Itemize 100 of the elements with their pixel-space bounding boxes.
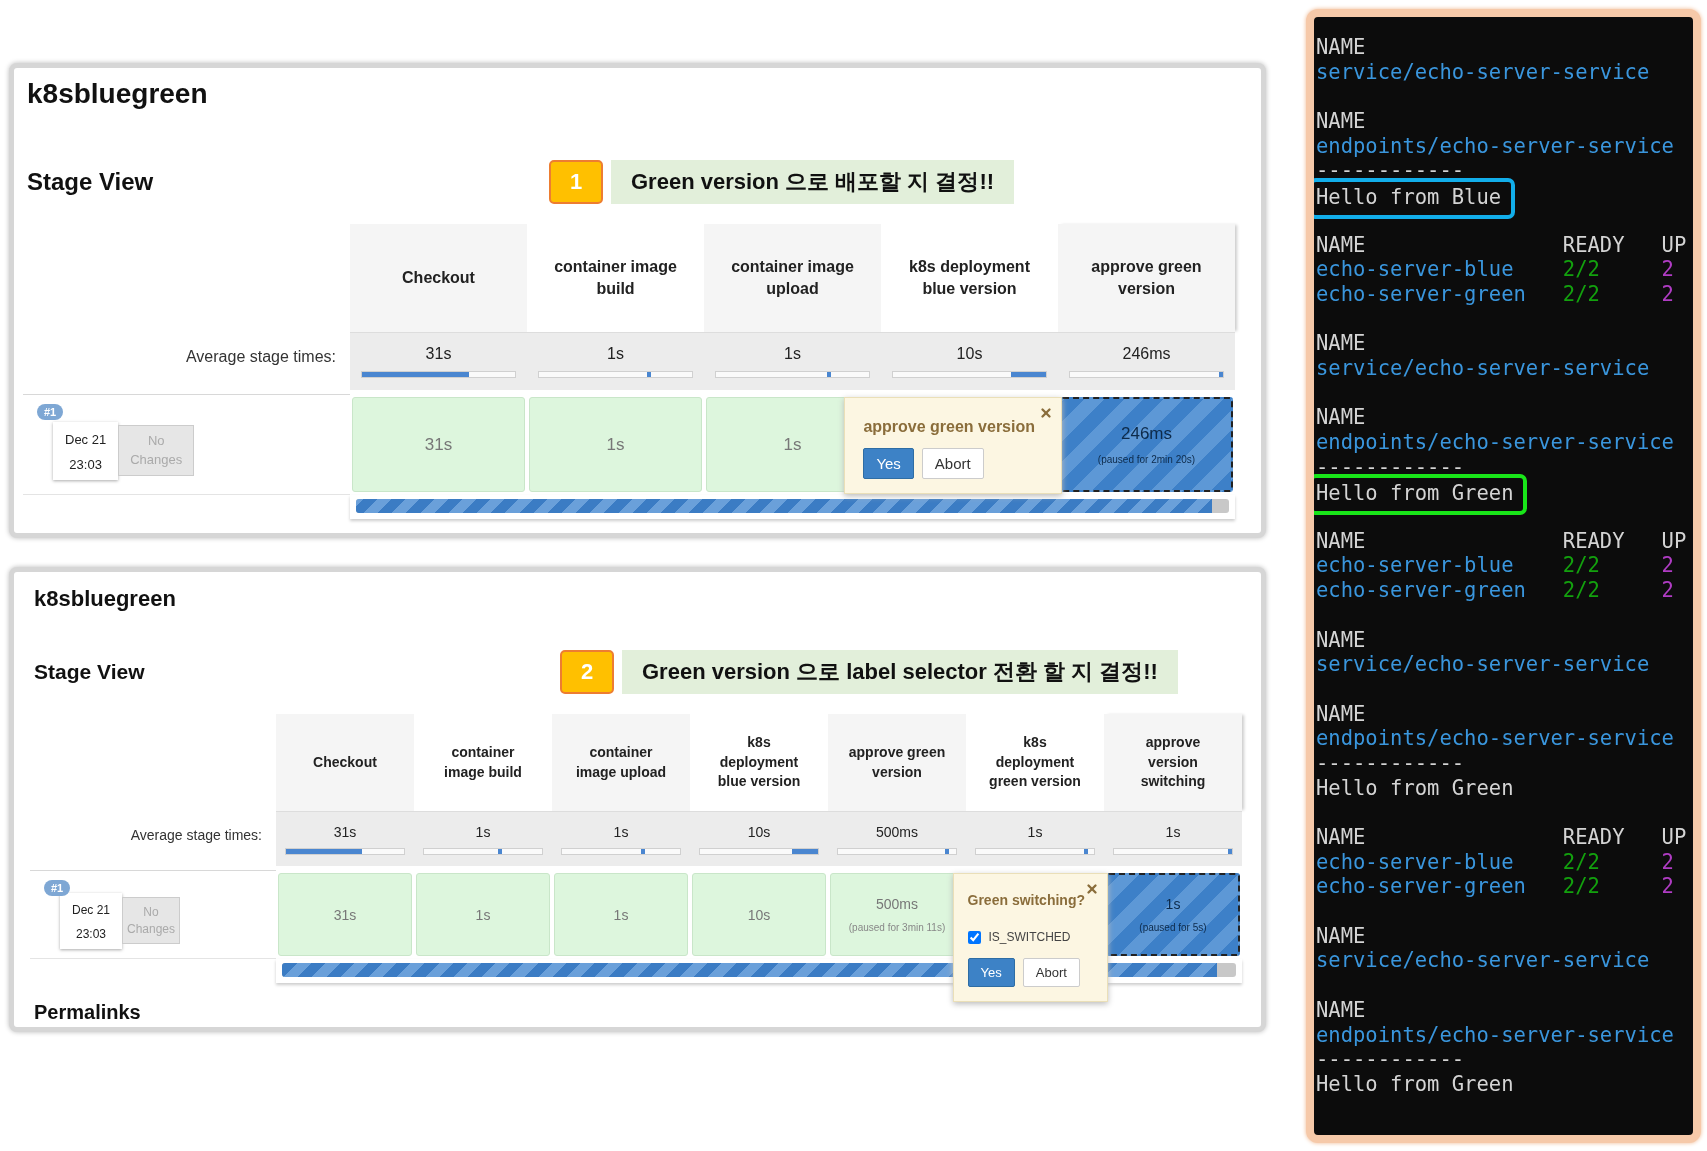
- highlighted-output: Hello from Blue: [1314, 178, 1516, 219]
- column-heading: READY: [1562, 528, 1625, 553]
- terminal-output: Hello from Green: [1316, 775, 1514, 801]
- column-heading: NAME: [1316, 405, 1366, 430]
- average-time: 500ms: [876, 823, 918, 840]
- stage-header: Checkout: [350, 224, 527, 332]
- checkbox[interactable]: [967, 930, 981, 944]
- changes-box: No Changes: [122, 896, 181, 945]
- callout-text: Green version 으로 배포할 지 결정!!: [611, 160, 1015, 204]
- average-time: 31s: [333, 823, 357, 840]
- terminal-text: 2/2: [1562, 257, 1600, 282]
- average-time: 1s: [475, 823, 491, 840]
- job-title: k8sbluegreen: [26, 78, 209, 110]
- section-title: Permalinks: [33, 1001, 142, 1025]
- average-label: Average stage times:: [186, 348, 336, 366]
- terminal-text: echo-server-green: [1316, 578, 1526, 603]
- terminal-text: echo-server-green: [1316, 281, 1526, 306]
- stage-header: approve version switching: [1104, 714, 1242, 811]
- checkbox-label: IS_SWITCHED: [988, 930, 1071, 944]
- column-heading: UP: [1661, 825, 1687, 849]
- confirm-button[interactable]: Yes: [863, 448, 914, 479]
- build-date: Dec 21: [72, 902, 111, 917]
- column-heading: READY: [1562, 232, 1625, 257]
- close-icon[interactable]: [1085, 882, 1099, 896]
- terminal-rule: ------------: [1316, 1047, 1465, 1072]
- stage-header: Checkout: [276, 714, 414, 811]
- terminal-text: 2: [1661, 257, 1674, 282]
- build-badge[interactable]: #1: [44, 880, 71, 896]
- column-heading: NAME: [1316, 825, 1366, 849]
- terminal-text: service/echo-server-service: [1316, 355, 1650, 381]
- stage-time: 1s: [475, 906, 491, 923]
- close-icon[interactable]: [1039, 406, 1053, 420]
- average-time: 1s: [784, 345, 801, 363]
- pause-note: (paused for 2min 20s): [1097, 454, 1196, 465]
- column-heading: UP: [1661, 232, 1687, 257]
- terminal-text: service/echo-server-service: [1316, 59, 1650, 85]
- average-time: 1s: [613, 823, 629, 840]
- terminal-text: echo-server-blue: [1316, 553, 1514, 578]
- column-heading: READY: [1562, 825, 1625, 849]
- highlighted-output: Hello from Green: [1314, 474, 1528, 516]
- column-heading: NAME: [1316, 997, 1366, 1022]
- column-heading: NAME: [1316, 701, 1366, 726]
- average-time: 246ms: [1122, 345, 1171, 363]
- average-time: 1s: [1027, 823, 1043, 840]
- job-title: k8sbluegreen: [33, 586, 177, 612]
- confirm-button[interactable]: Yes: [967, 958, 1015, 987]
- stage-cell[interactable]: 1s: [554, 873, 688, 956]
- terminal-text: echo-server-green: [1316, 874, 1526, 899]
- popup-title: Green switching?: [967, 892, 1086, 908]
- stage-time: 1s: [606, 434, 625, 455]
- section-title: Stage View: [33, 660, 146, 684]
- terminal-text: 2: [1661, 281, 1674, 306]
- terminal-text: 2: [1661, 553, 1674, 578]
- step-badge: 1: [549, 160, 603, 204]
- stage-cell[interactable]: 10s: [692, 873, 826, 956]
- pause-note: (paused for 3min 11s): [848, 922, 946, 933]
- column-heading: NAME: [1316, 35, 1366, 59]
- stage-cell[interactable]: 246ms (paused for 2min 20s): [1060, 397, 1233, 492]
- build-date: Dec 21: [65, 431, 107, 447]
- column-heading: NAME: [1316, 331, 1366, 356]
- terminal-text: 2/2: [1562, 281, 1600, 306]
- stage-cell[interactable]: 1s (paused for 5s): [1106, 873, 1240, 956]
- stage-header: approve green version: [828, 714, 966, 811]
- terminal-rule: ------------: [1316, 750, 1465, 776]
- terminal-text: 2/2: [1562, 553, 1600, 578]
- abort-button[interactable]: Abort: [1022, 958, 1080, 987]
- build-time: 23:03: [69, 456, 102, 472]
- stage-header: container image upload: [704, 224, 881, 332]
- stage-time: 1s: [783, 434, 802, 455]
- build-badge[interactable]: #1: [37, 404, 64, 420]
- average-time: 1s: [1165, 823, 1181, 840]
- terminal-text: echo-server-blue: [1316, 257, 1514, 282]
- stage-time: 10s: [747, 906, 771, 923]
- average-time: 1s: [607, 345, 624, 363]
- stage-cell[interactable]: 31s: [352, 397, 525, 492]
- average-time: 10s: [747, 823, 771, 840]
- stage-time: 246ms: [1121, 424, 1172, 444]
- average-time: 31s: [425, 345, 452, 363]
- terminal-text: service/echo-server-service: [1316, 652, 1650, 677]
- terminal-text: 2: [1661, 874, 1674, 899]
- terminal-text: 2: [1661, 849, 1674, 874]
- terminal-text: service/echo-server-service: [1316, 948, 1650, 974]
- terminal-output: Hello from Green: [1316, 1071, 1514, 1097]
- terminal-text: endpoints/echo-server-service: [1316, 726, 1674, 751]
- column-heading: NAME: [1316, 627, 1366, 652]
- stage-cell[interactable]: 31s: [278, 873, 412, 956]
- pause-note: (paused for 5s): [1139, 922, 1207, 933]
- stage-cell[interactable]: 1s: [529, 397, 702, 492]
- stage-header: approve green version: [1058, 224, 1235, 332]
- stage-time: 1s: [613, 906, 629, 923]
- abort-button[interactable]: Abort: [921, 448, 984, 479]
- average-time: 10s: [956, 345, 983, 363]
- callout-text: Green version 으로 label selector 전환 할 지 결정!!: [622, 650, 1178, 694]
- stage-header: container image upload: [552, 714, 690, 811]
- terminal-text: 2: [1661, 578, 1674, 603]
- changes-box: No Changes: [118, 425, 195, 476]
- stage-cell[interactable]: 1s: [416, 873, 550, 956]
- stage-time: 31s: [333, 906, 357, 923]
- build-time: 23:03: [76, 926, 107, 941]
- terminal-text: 2/2: [1562, 849, 1600, 874]
